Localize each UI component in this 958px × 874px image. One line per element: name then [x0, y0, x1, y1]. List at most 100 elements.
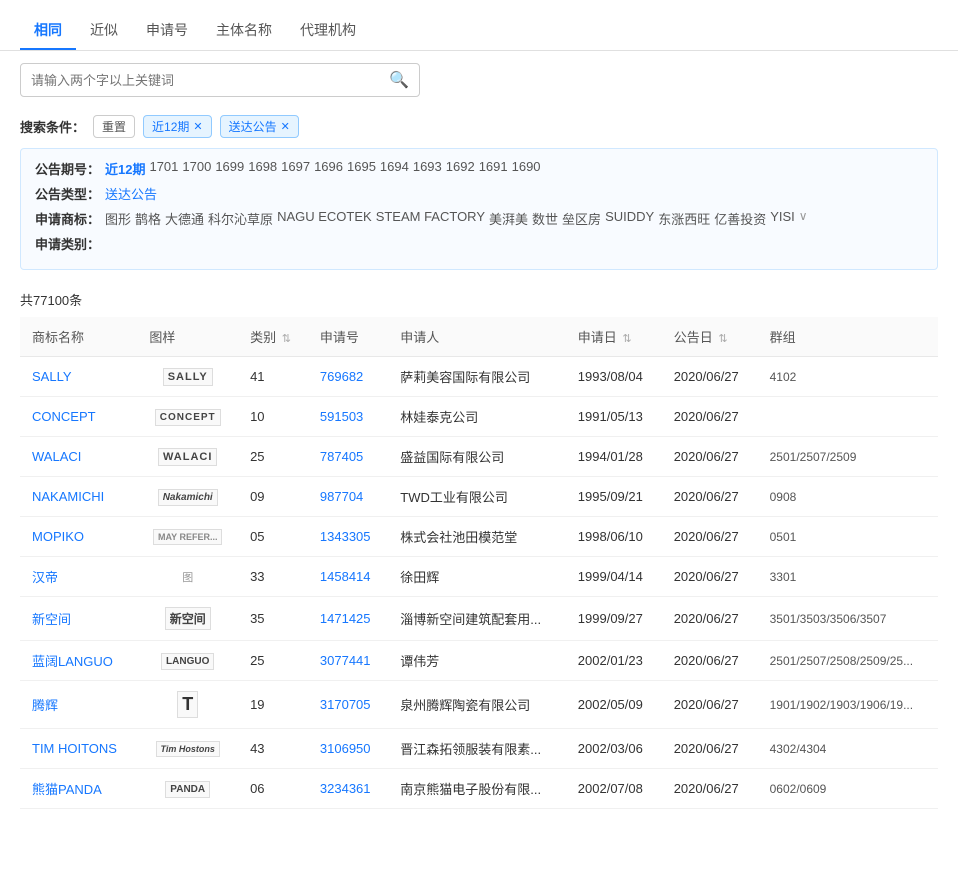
tm-0[interactable]: 图形: [105, 209, 131, 228]
app-no-link[interactable]: 3106950: [320, 741, 371, 756]
tm-11[interactable]: 亿善投资: [714, 209, 766, 228]
cell-name: SALLY: [20, 357, 137, 397]
cell-appno: 3234361: [308, 769, 388, 809]
condition-trademark-key: 申请商标：: [35, 209, 105, 228]
cell-pubdate: 2020/06/27: [662, 769, 758, 809]
brand-name-link[interactable]: MOPIKO: [32, 529, 84, 544]
total-count: 共77100条: [0, 282, 958, 317]
period-1690[interactable]: 1690: [512, 159, 541, 178]
brand-name-link[interactable]: CONCEPT: [32, 409, 96, 424]
brand-name-link[interactable]: TIM HOITONS: [32, 741, 117, 756]
tm-8[interactable]: 垒区房: [562, 209, 601, 228]
cell-name: TIM HOITONS: [20, 729, 137, 769]
tm-9[interactable]: SUIDDY: [605, 209, 654, 228]
app-no-link[interactable]: 591503: [320, 409, 363, 424]
period-1691[interactable]: 1691: [479, 159, 508, 178]
cell-group: 2501/2507/2508/2509/25...: [758, 641, 938, 681]
cell-applicant: 晋江森拓领服装有限素...: [388, 729, 566, 769]
filter-tag-type-label: 送达公告: [229, 118, 277, 135]
period-1694[interactable]: 1694: [380, 159, 409, 178]
cell-applicant: 泉州腾辉陶瓷有限公司: [388, 681, 566, 729]
cell-group: 3301: [758, 557, 938, 597]
app-no-link[interactable]: 3170705: [320, 697, 371, 712]
app-no-link[interactable]: 769682: [320, 369, 363, 384]
filter-tag-period-label: 近12期: [152, 118, 189, 135]
tm-5[interactable]: STEAM FACTORY: [376, 209, 485, 228]
appdate-sort-icon[interactable]: ⇅: [622, 333, 631, 345]
period-1692[interactable]: 1692: [446, 159, 475, 178]
nav-item-subject[interactable]: 主体名称: [202, 12, 286, 50]
cell-applicant: TWD工业有限公司: [388, 477, 566, 517]
table-row: NAKAMICHI Nakamichi 09 987704 TWD工业有限公司 …: [20, 477, 938, 517]
tm-4[interactable]: NAGU ECOTEK: [277, 209, 372, 228]
cell-appdate: 2002/01/23: [566, 641, 662, 681]
period-1696[interactable]: 1696: [314, 159, 343, 178]
tm-6[interactable]: 美湃美: [489, 209, 528, 228]
cell-class: 25: [238, 437, 308, 477]
filter-tag-type[interactable]: 送达公告 ✕: [220, 115, 299, 138]
filter-tag-type-close[interactable]: ✕: [281, 120, 290, 133]
tm-3[interactable]: 科尔沁草原: [208, 209, 273, 228]
logo-text: WALACI: [158, 448, 217, 466]
filter-tag-period-close[interactable]: ✕: [193, 120, 202, 133]
period-1697[interactable]: 1697: [281, 159, 310, 178]
cell-appno: 769682: [308, 357, 388, 397]
tm-12[interactable]: YISI: [770, 209, 795, 228]
condition-trademark-values: 图形 鹊格 大德通 科尔沁草原 NAGU ECOTEK STEAM FACTOR…: [105, 209, 923, 228]
condition-type-key: 公告类型：: [35, 184, 105, 203]
brand-name-link[interactable]: 熊猫PANDA: [32, 782, 102, 797]
period-1700[interactable]: 1700: [182, 159, 211, 178]
period-1693[interactable]: 1693: [413, 159, 442, 178]
app-no-link[interactable]: 787405: [320, 449, 363, 464]
search-input[interactable]: [31, 73, 389, 88]
logo-text: PANDA: [165, 781, 210, 798]
search-icon[interactable]: 🔍: [389, 70, 409, 90]
expand-trademarks-button[interactable]: ∨: [799, 209, 808, 228]
brand-name-link[interactable]: SALLY: [32, 369, 72, 384]
nav-item-same[interactable]: 相同: [20, 12, 76, 50]
class-sort-icon[interactable]: ⇅: [282, 333, 291, 345]
table-row: TIM HOITONS Tim Hostons 43 3106950 晋江森拓领…: [20, 729, 938, 769]
nav-item-appno[interactable]: 申请号: [132, 12, 202, 50]
tm-7[interactable]: 数世: [532, 209, 558, 228]
tm-2[interactable]: 大德通: [165, 209, 204, 228]
cell-name: 腾辉: [20, 681, 137, 729]
app-no-link[interactable]: 1458414: [320, 569, 371, 584]
condition-type-val[interactable]: 送达公告: [105, 184, 157, 203]
cell-appno: 1343305: [308, 517, 388, 557]
logo-text: SALLY: [163, 368, 213, 386]
brand-name-link[interactable]: WALACI: [32, 449, 81, 464]
app-no-link[interactable]: 987704: [320, 489, 363, 504]
brand-name-link[interactable]: 蓝阔LANGUO: [32, 654, 113, 669]
cell-appdate: 1991/05/13: [566, 397, 662, 437]
brand-name-link[interactable]: NAKAMICHI: [32, 489, 104, 504]
period-1701[interactable]: 1701: [149, 159, 178, 178]
brand-name-link[interactable]: 腾辉: [32, 698, 58, 713]
tm-1[interactable]: 鹊格: [135, 209, 161, 228]
brand-name-link[interactable]: 新空间: [32, 612, 71, 627]
cell-applicant: 林娃泰克公司: [388, 397, 566, 437]
app-no-link[interactable]: 1471425: [320, 611, 371, 626]
period-1699[interactable]: 1699: [215, 159, 244, 178]
reset-button[interactable]: 重置: [93, 115, 135, 138]
nav-item-agency[interactable]: 代理机构: [286, 12, 370, 50]
cell-logo: Tim Hostons: [137, 729, 238, 769]
app-no-link[interactable]: 1343305: [320, 529, 371, 544]
table-container: 商标名称 图样 类别 ⇅ 申请号 申请人 申请日 ⇅ 公告日 ⇅ 群组: [0, 317, 958, 809]
pubdate-sort-icon[interactable]: ⇅: [718, 333, 727, 345]
table-row: 新空间 新空间 35 1471425 淄博新空间建筑配套用... 1999/09…: [20, 597, 938, 641]
condition-category-key: 申请类别：: [35, 234, 105, 253]
brand-name-link[interactable]: 汉帝: [32, 570, 58, 585]
logo-text: Nakamichi: [158, 489, 218, 506]
period-active[interactable]: 近12期: [105, 159, 145, 178]
app-no-link[interactable]: 3234361: [320, 781, 371, 796]
cell-group: 2501/2507/2509: [758, 437, 938, 477]
cell-class: 06: [238, 769, 308, 809]
app-no-link[interactable]: 3077441: [320, 653, 371, 668]
tm-10[interactable]: 东涨西旺: [658, 209, 710, 228]
period-1698[interactable]: 1698: [248, 159, 277, 178]
period-1695[interactable]: 1695: [347, 159, 376, 178]
filter-tag-period[interactable]: 近12期 ✕: [143, 115, 212, 138]
nav-item-similar[interactable]: 近似: [76, 12, 132, 50]
condition-period-key: 公告期号：: [35, 159, 105, 178]
